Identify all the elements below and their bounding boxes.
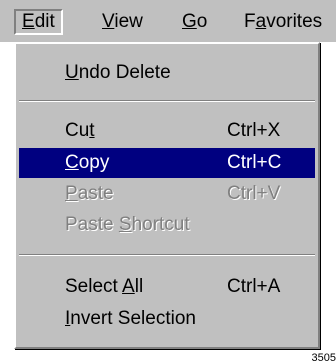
menu-item-label: Paste Shortcut [65,214,190,235]
menu-item-label: Cut [65,120,95,141]
menu-item-label: Paste [65,183,114,204]
menu-item-shortcut: Ctrl+X [227,120,281,141]
menu-item-label: Select All [65,276,144,297]
menu-item-paste[interactable]: Paste Ctrl+V [19,179,315,209]
edit-menu-dropdown: Undo Delete Cut Ctrl+X Copy Ctrl+C Paste… [14,42,320,349]
menu-item-shortcut: Ctrl+C [227,152,282,173]
menu-item-copy[interactable]: Copy Ctrl+C [19,148,315,178]
menu-edit[interactable]: Edit [14,9,63,35]
menu-item-paste-shortcut[interactable]: Paste Shortcut [19,210,315,240]
menu-go[interactable]: Go [176,9,213,35]
menu-item-select-all[interactable]: Select All Ctrl+A [19,272,315,302]
menu-bar: Edit View Go Favorites [0,0,336,42]
menu-view[interactable]: View [96,9,149,35]
figure-number: 3505 [311,352,336,364]
menu-item-cut[interactable]: Cut Ctrl+X [19,116,315,146]
menu-separator [19,254,315,256]
menu-item-label: Copy [65,152,110,173]
menu-item-shortcut: Ctrl+V [227,183,281,204]
menu-item-label: Invert Selection [65,308,196,329]
menu-item-label: Undo Delete [65,62,171,83]
menu-favorites[interactable]: Favorites [238,9,328,35]
menu-item-shortcut: Ctrl+A [227,276,281,297]
menu-separator [19,100,315,102]
menu-item-undo-delete[interactable]: Undo Delete [19,58,315,88]
menu-item-invert-selection[interactable]: Invert Selection [19,304,315,334]
